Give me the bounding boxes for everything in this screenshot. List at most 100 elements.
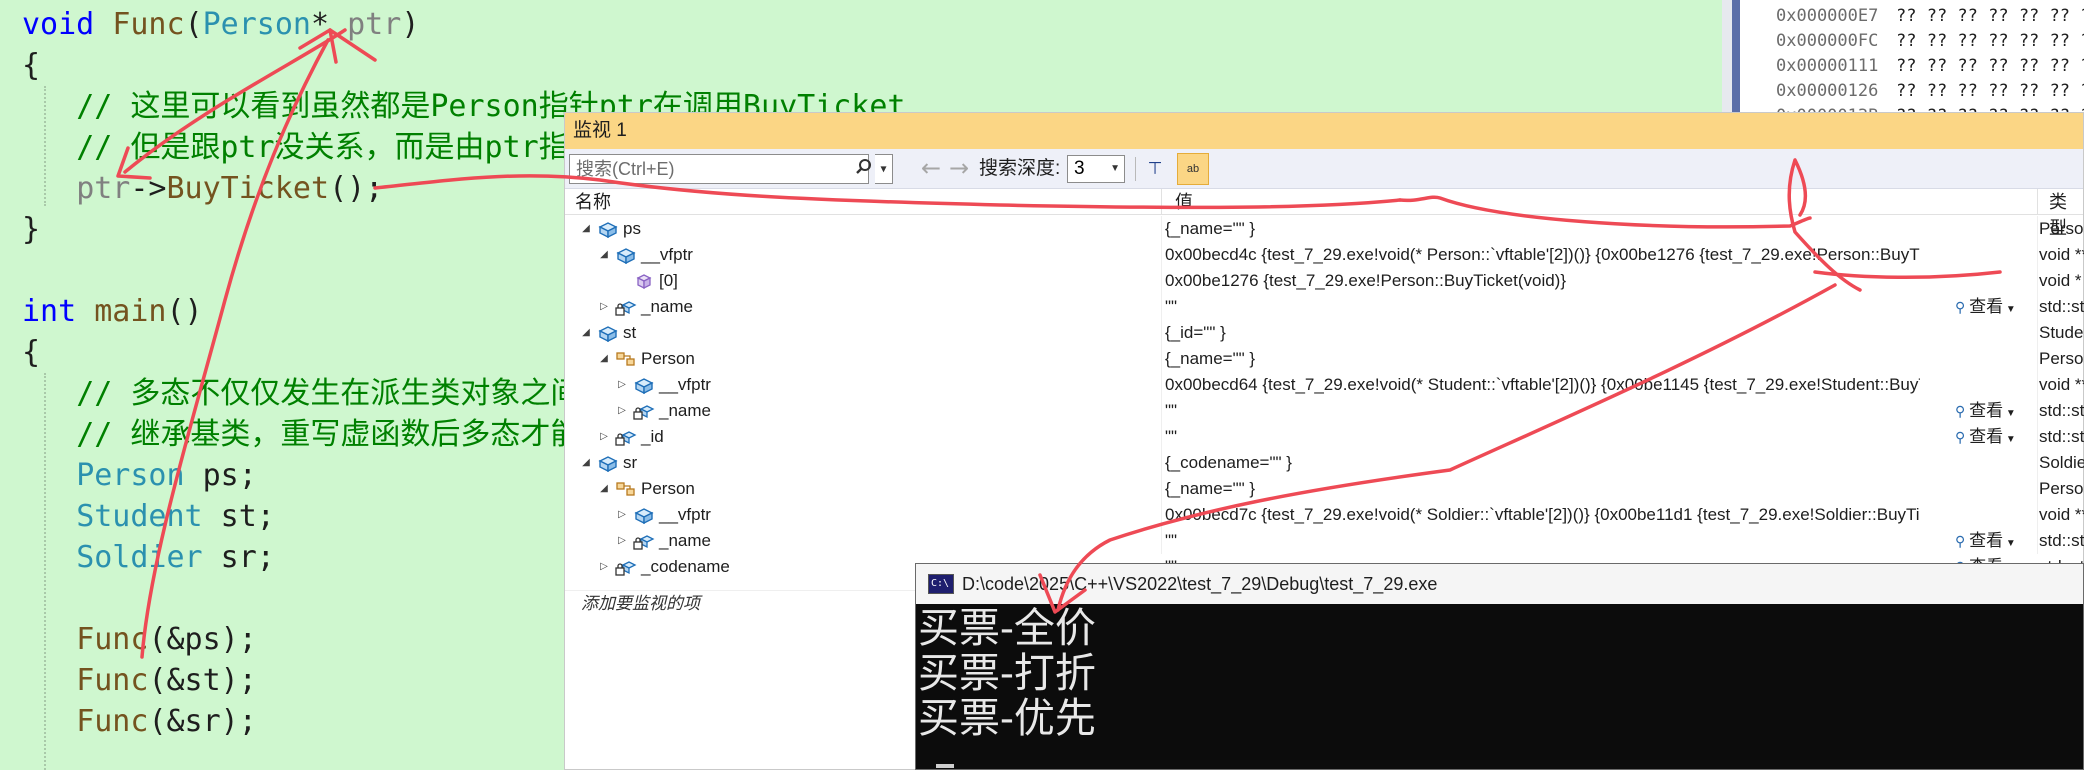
watch-row[interactable]: ▷ __vfptr 0x00becd7c {test_7_29.exe!void(*… bbox=[565, 502, 2084, 528]
watch-row[interactable]: ▷ _name "" ⚲ 查看 ▼ std::string bbox=[565, 294, 2084, 323]
code-line[interactable]: ptr->BuyTicket(); bbox=[22, 168, 383, 209]
code-line[interactable]: Func(&ps); bbox=[22, 619, 257, 660]
column-name-header[interactable]: 名称 bbox=[565, 189, 611, 215]
back-arrow-icon[interactable]: ← bbox=[921, 153, 941, 183]
watch-row[interactable]: ◢ sr {_codename="" } Soldier bbox=[565, 450, 2084, 476]
code-line[interactable]: Person ps; bbox=[22, 455, 257, 496]
watch-row[interactable]: ▷ _name "" ⚲ 查看 ▼ std::string bbox=[565, 528, 2084, 557]
search-depth-select[interactable]: 3 ▼ bbox=[1067, 155, 1125, 183]
memory-address: 0x00000126 bbox=[1776, 81, 1879, 101]
memory-row[interactable]: 0x00000126 ?? ?? ?? ?? ?? ?? ?? bbox=[1776, 79, 2084, 104]
code-line[interactable]: Student st; bbox=[22, 496, 275, 537]
pin-icon[interactable]: ⊤ bbox=[1143, 155, 1167, 183]
watch-row-value[interactable]: {_id="" } bbox=[1165, 320, 1920, 346]
view-visualizer-button[interactable]: ⚲ 查看 ▼ bbox=[1955, 294, 2016, 323]
code-token: } bbox=[22, 212, 41, 247]
watch-row-name: __vfptr bbox=[659, 505, 711, 524]
expand-arrow-icon[interactable]: ▷ bbox=[597, 424, 611, 450]
console-output-line: 买票-优先 bbox=[918, 694, 1096, 742]
expand-arrow-icon[interactable]: ▷ bbox=[615, 502, 629, 528]
watch-row[interactable]: ◢ st {_id="" } Student bbox=[565, 320, 2084, 346]
memory-row[interactable]: 0x00000111 ?? ?? ?? ?? ?? ?? ?? bbox=[1776, 54, 2084, 79]
watch-row-value[interactable]: 0x00be1276 {test_7_29.exe!Person::BuyTic… bbox=[1165, 268, 1920, 294]
watch-row-value[interactable]: 0x00becd7c {test_7_29.exe!void(* Soldier… bbox=[1165, 502, 1920, 528]
expand-arrow-icon[interactable]: ▷ bbox=[597, 294, 611, 320]
code-token: ptr bbox=[76, 171, 131, 206]
view-visualizer-button[interactable]: ⚲ 查看 ▼ bbox=[1955, 528, 2016, 557]
watch-row-value[interactable]: {_name="" } bbox=[1165, 216, 1920, 242]
watch-row[interactable]: ◢ ps {_name="" } Person bbox=[565, 216, 2084, 242]
watch-row[interactable]: ◢ Person {_name="" } Person bbox=[565, 346, 2084, 372]
code-line[interactable]: { bbox=[22, 45, 40, 86]
console-cursor bbox=[936, 764, 954, 768]
collapse-arrow-icon[interactable]: ◢ bbox=[597, 346, 611, 372]
console-window[interactable]: D:\code\2025\C++\VS2022\test_7_29\Debug\… bbox=[915, 563, 2084, 770]
hex-display-button[interactable]: ab bbox=[1177, 153, 1209, 185]
column-divider[interactable] bbox=[2037, 189, 2038, 215]
watch-row-value[interactable]: 0x00becd64 {test_7_29.exe!void(* Student… bbox=[1165, 372, 1920, 398]
watch-row[interactable]: ▷ _name "" ⚲ 查看 ▼ std::string bbox=[565, 398, 2084, 427]
watch-row[interactable]: ▷ __vfptr 0x00becd64 {test_7_29.exe!void(*… bbox=[565, 372, 2084, 398]
code-line[interactable]: int main() bbox=[22, 291, 203, 332]
watch-row-value[interactable]: {_name="" } bbox=[1165, 476, 1920, 502]
code-token: st; bbox=[202, 499, 275, 534]
collapse-arrow-icon[interactable]: ◢ bbox=[597, 476, 611, 502]
watch-row-value[interactable]: "" bbox=[1165, 294, 1920, 320]
memory-row[interactable]: 0x000000E7 ?? ?? ?? ?? ?? ?? ?? bbox=[1776, 4, 2084, 29]
code-token: BuyTicket bbox=[166, 171, 330, 206]
code-line[interactable]: Func(&st); bbox=[22, 660, 257, 701]
collapse-arrow-icon[interactable]: ◢ bbox=[579, 450, 593, 476]
watch-row-value[interactable]: 0x00becd4c {test_7_29.exe!void(* Person:… bbox=[1165, 242, 1920, 268]
code-line[interactable]: Soldier sr; bbox=[22, 537, 275, 578]
watch-row-value[interactable]: "" bbox=[1165, 398, 1920, 424]
collapse-arrow-icon[interactable]: ◢ bbox=[597, 242, 611, 268]
watch-row-name: sr bbox=[623, 453, 638, 472]
magnifier-icon: ⚲ bbox=[1955, 299, 1970, 315]
code-line[interactable]: { bbox=[22, 332, 40, 373]
code-token: ) bbox=[401, 7, 420, 42]
object-icon bbox=[597, 324, 619, 343]
collapse-arrow-icon[interactable]: ◢ bbox=[579, 216, 593, 242]
chevron-down-icon: ▼ bbox=[2003, 538, 2016, 549]
search-depth-value: 3 bbox=[1074, 158, 1085, 179]
watch-row-type: void ** bbox=[2039, 245, 2084, 264]
watch-title[interactable]: 监视 1 bbox=[565, 113, 2083, 149]
watch-row-value[interactable]: "" bbox=[1165, 528, 1920, 554]
watch-row-value[interactable]: {_codename="" } bbox=[1165, 450, 1920, 476]
search-icon[interactable] bbox=[855, 158, 873, 176]
locked-field-icon bbox=[615, 558, 637, 576]
code-line[interactable]: Func(&sr); bbox=[22, 701, 257, 742]
chevron-down-icon: ▼ bbox=[2003, 408, 2016, 419]
expand-arrow-icon[interactable]: ▷ bbox=[615, 398, 629, 424]
forward-arrow-icon[interactable]: → bbox=[949, 153, 969, 183]
console-title[interactable]: D:\code\2025\C++\VS2022\test_7_29\Debug\… bbox=[916, 564, 2083, 604]
memory-window[interactable]: 0x000000E7?? ?? ?? ?? ?? ?? ?? 0x000000FC… bbox=[1722, 0, 2084, 126]
memory-row[interactable]: 0x000000FC ?? ?? ?? ?? ?? ?? ?? bbox=[1776, 29, 2084, 54]
watch-row[interactable]: ▷ _id "" ⚲ 查看 ▼ std::string bbox=[565, 424, 2084, 453]
view-visualizer-button[interactable]: ⚲ 查看 ▼ bbox=[1955, 398, 2016, 427]
code-line[interactable]: } bbox=[22, 209, 40, 250]
watch-row[interactable]: [0] 0x00be1276 {test_7_29.exe!Person::Buy… bbox=[565, 268, 2083, 294]
watch-row-value[interactable]: "" bbox=[1165, 424, 1920, 450]
memory-address: 0x000000E7 bbox=[1776, 6, 1879, 26]
watch-row[interactable]: ◢ Person {_name="" } Person bbox=[565, 476, 2084, 502]
search-input[interactable]: 搜索(Ctrl+E) bbox=[569, 154, 869, 184]
search-dropdown-button[interactable]: ▼ bbox=[875, 154, 893, 184]
watch-row-value[interactable]: {_name="" } bbox=[1165, 346, 1920, 372]
watch-row-name: ps bbox=[623, 219, 641, 238]
expand-arrow-icon[interactable]: ▷ bbox=[597, 554, 611, 580]
expand-arrow-icon[interactable]: ▷ bbox=[615, 528, 629, 554]
watch-row[interactable]: ◢ __vfptr 0x00becd4c {test_7_29.exe!void(*… bbox=[565, 242, 2084, 268]
column-value-header[interactable]: 值 bbox=[1165, 189, 1193, 215]
view-visualizer-button[interactable]: ⚲ 查看 ▼ bbox=[1955, 424, 2016, 453]
code-line[interactable]: void Func(Person* ptr) bbox=[22, 4, 419, 45]
memory-bytes: ?? ?? ?? ?? ?? ?? ?? bbox=[1896, 56, 2084, 76]
watch-row-name: [0] bbox=[659, 271, 678, 290]
collapse-arrow-icon[interactable]: ◢ bbox=[579, 320, 593, 346]
column-divider[interactable] bbox=[1161, 189, 1162, 215]
code-token: * bbox=[311, 7, 348, 42]
code-line[interactable]: // 继承基类，重写虚函数后多态才能体现 bbox=[22, 414, 640, 455]
expand-arrow-icon[interactable]: ▷ bbox=[615, 372, 629, 398]
